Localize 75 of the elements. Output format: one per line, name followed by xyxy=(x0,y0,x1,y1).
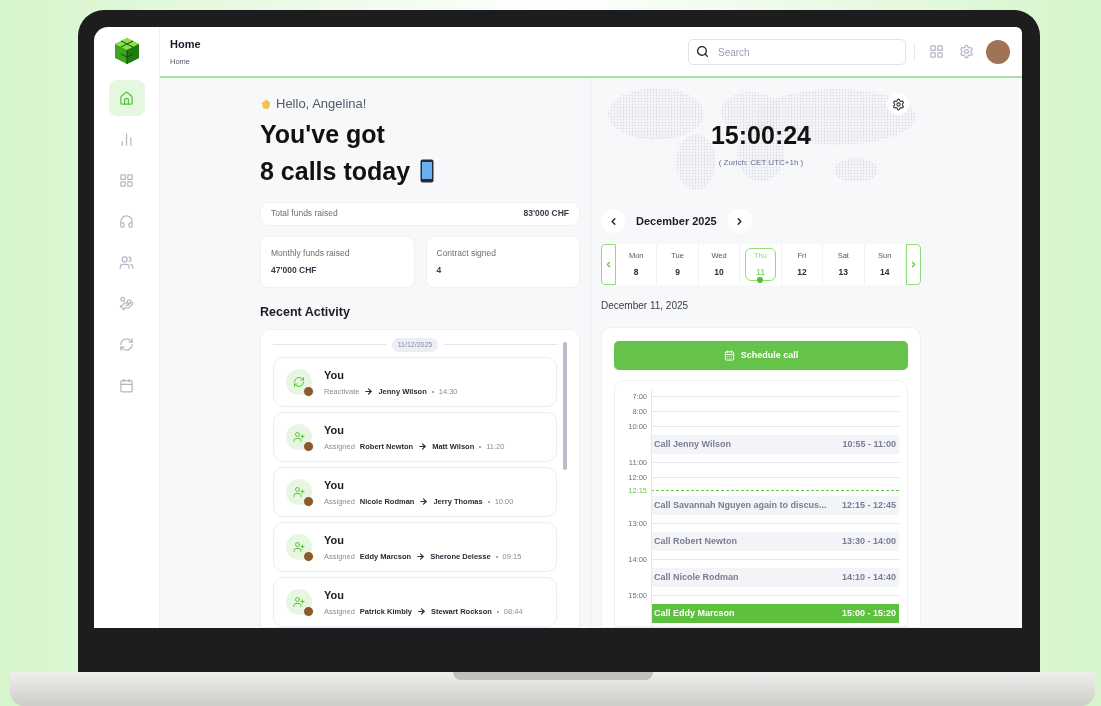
stat-label: Contract signed xyxy=(436,246,498,260)
event-time: 10:55 - 11:00 xyxy=(842,437,896,451)
avatar xyxy=(303,386,314,397)
selected-date-label: December 11, 2025 xyxy=(601,299,690,313)
page-title: Home xyxy=(170,36,201,52)
cycle-arrows-icon xyxy=(119,336,134,352)
stat-value: 4 xyxy=(436,264,443,277)
section-title: Recent Activity xyxy=(260,303,351,321)
user-plus-icon xyxy=(293,596,305,608)
calendar-event[interactable]: Call Robert Newton 13:30 - 14:00 xyxy=(651,532,899,551)
scrollbar-thumb[interactable] xyxy=(563,341,567,470)
sidebar-nav-button[interactable] xyxy=(108,80,145,116)
apps-grid-icon[interactable] xyxy=(929,44,944,59)
event-time: 15:00 - 15:20 xyxy=(841,606,896,620)
grid-icon xyxy=(119,172,134,188)
clock-time: 15:00:24 xyxy=(710,119,812,151)
calendar-event[interactable]: Call Savannah Nguyen again to discus... 12:15 - 12:45 xyxy=(651,496,899,515)
activity-actor: You xyxy=(324,532,345,548)
settings-icon xyxy=(891,97,905,111)
home-icon xyxy=(119,90,134,106)
search-field[interactable]: Search xyxy=(688,39,906,65)
calendar-event[interactable]: Call Nicole Rodman 14:10 - 14:40 xyxy=(651,568,899,587)
arrow-icon xyxy=(419,497,429,507)
event-time: 12:15 - 12:45 xyxy=(841,498,896,512)
activity-actor: You xyxy=(324,477,345,493)
cycle-arrows-icon xyxy=(293,376,305,388)
arrow-icon xyxy=(418,442,428,452)
arrow-icon xyxy=(416,552,426,562)
event-title: Call Robert Newton xyxy=(654,534,737,548)
event-time: 13:30 - 14:00 xyxy=(841,534,896,548)
activity-actor: You xyxy=(324,367,345,383)
cube-logo xyxy=(112,37,141,65)
hand-coins-icon xyxy=(119,295,134,311)
avatar xyxy=(303,606,314,617)
stat-label: Monthly funds raised xyxy=(271,246,351,260)
user-plus-icon xyxy=(293,486,305,498)
search-icon xyxy=(696,44,709,58)
calendar-event[interactable]: Call Jenny Wilson 10:55 - 11:00 xyxy=(651,435,899,454)
chevron-left-icon xyxy=(604,260,613,269)
greeting-text: Hello, Angelina! xyxy=(276,95,367,113)
settings-button[interactable] xyxy=(887,93,909,115)
user-avatar[interactable] xyxy=(986,39,1010,64)
next-week-button[interactable] xyxy=(905,244,921,285)
activity-actor: You xyxy=(324,587,345,603)
activity-actor: You xyxy=(324,422,345,438)
avatar xyxy=(303,551,314,562)
waving-hand-icon xyxy=(260,97,272,110)
calendar-icon xyxy=(119,377,134,393)
event-title: Call Jenny Wilson xyxy=(654,437,731,451)
previous-month-button[interactable] xyxy=(601,209,625,233)
bar-chart-icon xyxy=(119,131,134,147)
arrow-icon xyxy=(416,607,426,617)
month-label: December 2025 xyxy=(636,213,717,229)
mobile-phone-icon xyxy=(420,159,435,183)
stat-label: Total funds raised xyxy=(271,207,338,220)
event-title: Call Savannah Nguyen again to discus... xyxy=(654,498,827,512)
calendar-icon xyxy=(723,350,735,361)
event-title: Call Nicole Rodman xyxy=(654,570,739,584)
users-icon xyxy=(119,254,134,270)
headphones-icon xyxy=(119,213,134,229)
clock-timezone: ( Zurich: CET UTC+1h ) xyxy=(718,157,804,170)
headline: 8 calls today xyxy=(260,155,411,187)
previous-week-button[interactable] xyxy=(601,244,616,285)
user-plus-icon xyxy=(293,431,305,443)
settings-icon[interactable] xyxy=(959,44,974,59)
arrow-icon xyxy=(364,387,374,397)
avatar xyxy=(303,441,314,452)
next-month-button[interactable] xyxy=(727,209,752,233)
event-time: 14:10 - 14:40 xyxy=(841,570,896,584)
stat-value: 47'000 CHF xyxy=(271,264,318,277)
event-title: Call Eddy Marcson xyxy=(654,606,735,620)
headline: You've got xyxy=(260,118,386,150)
stat-value: 83'000 CHF xyxy=(523,207,569,220)
avatar xyxy=(303,496,314,507)
user-plus-icon xyxy=(293,541,305,553)
